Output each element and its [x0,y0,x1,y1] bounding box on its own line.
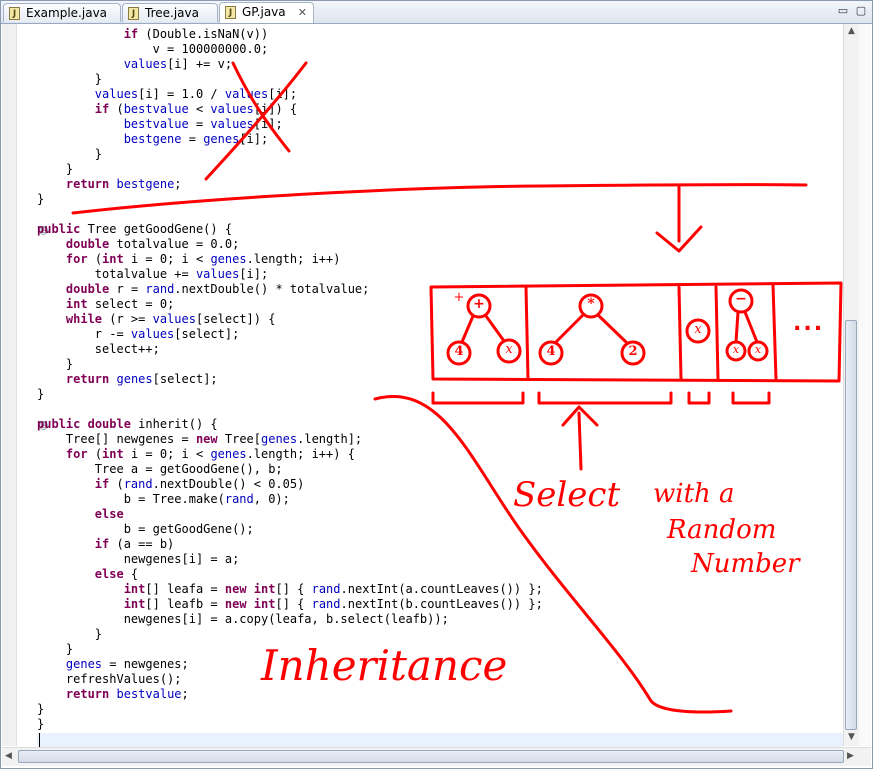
code-line[interactable]: } [37,147,543,162]
tree-node-label: + [473,296,485,312]
code-line[interactable]: else [37,507,543,522]
code-line[interactable]: if (Double.isNaN(v)) [37,27,543,42]
gene-divider-3 [714,285,720,381]
arrow-up-shaft [577,411,583,471]
code-line[interactable] [37,732,543,747]
code-line[interactable]: } [37,627,543,642]
text-caret [39,733,40,748]
tab-label: Tree.java [145,6,199,20]
code-line[interactable]: values[i] += v; [37,57,543,72]
vertical-scrollbar[interactable]: ▲ ▼ [843,24,859,746]
code-line[interactable]: return bestgene; [37,177,543,192]
code-line[interactable]: values[i] = 1.0 / values[i]; [37,87,543,102]
code-line[interactable]: int[] leafa = new int[] { rand.nextInt(a… [37,582,543,597]
code-line[interactable]: } [37,702,543,717]
random-label: Random [667,515,777,545]
code-line[interactable]: r -= values[select]; [37,327,543,342]
select-label: Select [513,475,621,515]
code-line[interactable]: bestvalue = values[i]; [37,117,543,132]
code-line[interactable]: } [37,387,543,402]
scroll-left-icon[interactable]: ◀ [5,751,12,761]
with-a-label: with a [653,479,735,509]
code-line[interactable]: public Tree getGoodGene() { [37,222,543,237]
tree-edges-4 [734,310,759,344]
bracket-3 [687,391,711,405]
code-editor[interactable]: if (Double.isNaN(v)) v = 100000000.0; va… [37,27,543,747]
number-label: Number [691,549,800,579]
annotation-ruler[interactable] [2,24,17,746]
code-line[interactable] [37,402,543,417]
code-line[interactable]: if (a == b) [37,537,543,552]
code-line[interactable]: while (r >= values[select]) { [37,312,543,327]
code-line[interactable]: if (bestvalue < values[i]) { [37,102,543,117]
tab-example-java[interactable]: J Example.java [3,3,121,22]
bracket-4 [731,391,771,405]
scroll-up-icon[interactable]: ▲ [846,26,857,37]
tree-node-label: x [694,322,702,337]
code-line[interactable]: if (rand.nextDouble() < 0.05) [37,477,543,492]
code-line[interactable]: int select = 0; [37,297,543,312]
arrow-up-head [561,405,599,427]
code-line[interactable]: for (int i = 0; i < genes.length; i++) { [37,447,543,462]
java-file-icon: J [225,6,236,19]
editor-window: J Example.java J Tree.java J GP.java ✕ ▭… [0,0,873,769]
horizontal-scroll-thumb[interactable] [18,750,844,763]
tree-node-label: x [505,342,513,357]
scroll-down-icon[interactable]: ▼ [846,732,857,743]
code-line[interactable]: return genes[select]; [37,372,543,387]
code-line[interactable]: Tree[] newgenes = new Tree[genes.length]… [37,432,543,447]
folding-ruler: ⊖ ⊖ [17,24,48,746]
code-line[interactable]: } [37,192,543,207]
code-line[interactable]: bestgene = genes[i]; [37,132,543,147]
code-line[interactable]: select++; [37,342,543,357]
tree-node-label: * [587,296,595,312]
tree-node-label: 4 [546,344,556,359]
tree-node-label: x [732,343,740,356]
code-line[interactable]: Tree a = getGoodGene(), b; [37,462,543,477]
tab-label: Example.java [26,6,108,20]
code-line[interactable]: double totalvalue = 0.0; [37,237,543,252]
scroll-right-icon[interactable]: ▶ [847,751,854,761]
code-line[interactable]: } [37,717,543,732]
tree-edges-2 [554,313,628,344]
code-line[interactable]: newgenes[i] = a; [37,552,543,567]
code-line[interactable]: } [37,72,543,87]
overview-ruler[interactable] [859,24,871,746]
code-line[interactable] [37,207,543,222]
code-line[interactable]: totalvalue += values[i]; [37,267,543,282]
editor-tab-bar: J Example.java J Tree.java J GP.java ✕ ▭… [1,1,872,24]
code-line[interactable]: newgenes[i] = a.copy(leafa, b.select(lea… [37,612,543,627]
code-line[interactable]: double r = rand.nextDouble() * totalvalu… [37,282,543,297]
java-file-icon: J [128,7,139,20]
tree-node-label: x [754,343,762,356]
tree-node-label: 2 [628,344,638,359]
bracket-2 [537,391,673,405]
minimize-button[interactable]: ▭ [837,5,849,16]
gene-ellipsis: ... [793,311,825,336]
code-line[interactable]: b = Tree.make(rand, 0); [37,492,543,507]
code-line[interactable]: for (int i = 0; i < genes.length; i++) [37,252,543,267]
vertical-scroll-thumb[interactable] [845,320,857,730]
tab-tree-java[interactable]: J Tree.java [122,3,218,22]
code-line[interactable]: public double inherit() { [37,417,543,432]
code-line[interactable]: } [37,162,543,177]
gene-divider-2 [677,285,683,381]
tab-label: GP.java [242,5,286,19]
tree-node-label: 4 [454,344,464,359]
code-line[interactable]: else { [37,567,543,582]
tab-gp-java[interactable]: J GP.java ✕ [219,2,314,23]
inheritance-label: Inheritance [261,641,508,690]
horizontal-scrollbar[interactable]: ◀ ▶ [2,747,871,766]
code-line[interactable]: b = getGoodGene(); [37,522,543,537]
code-line[interactable]: v = 100000000.0; [37,42,543,57]
code-line[interactable]: int[] leafb = new int[] { rand.nextInt(b… [37,597,543,612]
tree-node-label: − [735,291,747,307]
java-file-icon: J [9,7,20,20]
gene-divider-4 [771,283,778,381]
maximize-button[interactable]: ▢ [855,5,867,16]
arrow-down-head [655,225,703,253]
code-line[interactable]: } [37,357,543,372]
close-tab-icon[interactable]: ✕ [298,3,307,22]
